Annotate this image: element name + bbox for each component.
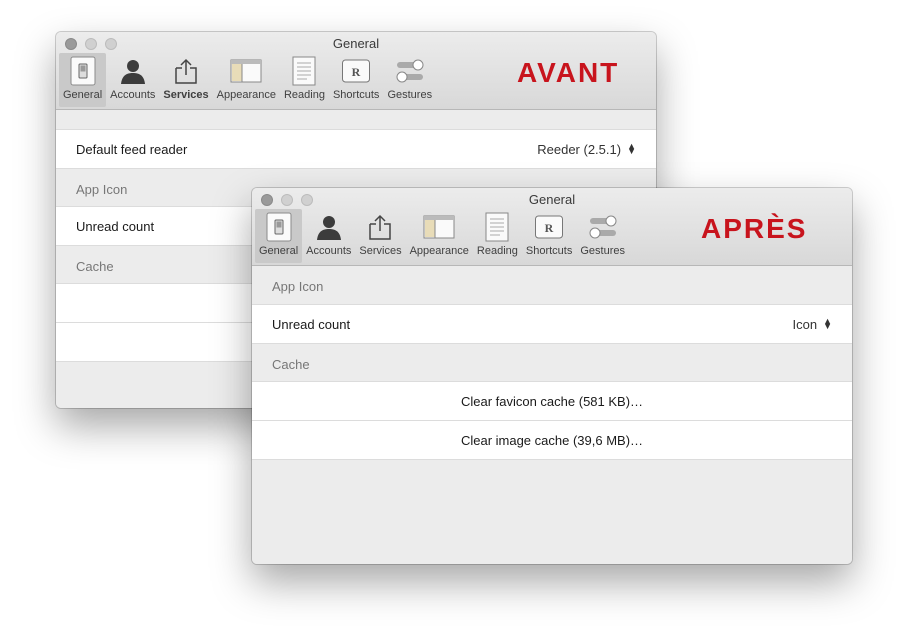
updown-arrows-icon: ▲ ▼	[823, 316, 832, 331]
unread-count-value: Icon	[792, 316, 818, 332]
document-icon	[481, 211, 513, 243]
toolbar-item-label: Shortcuts	[525, 245, 573, 257]
toolbar-item-label: Accounts	[306, 245, 352, 257]
preferences-window-after: General General Accounts Services Appearanc…	[252, 188, 852, 564]
svg-text:R: R	[352, 65, 361, 79]
unread-count-row: Unread count Icon ▲ ▼	[252, 304, 852, 343]
toolbar-item-label: Gestures	[580, 245, 625, 257]
window-title: General	[332, 36, 380, 51]
toolbar-item-general[interactable]: General	[59, 53, 107, 107]
toolbar-item-label: Services	[359, 245, 402, 257]
title-bar: General General Accounts Services Appearanc…	[56, 32, 656, 110]
toggle-icon	[394, 55, 426, 87]
clear-favicon-cache-label: Clear favicon cache (581 KB)…	[460, 393, 644, 409]
toggle-icon	[587, 211, 619, 243]
person-icon	[117, 55, 149, 87]
unread-count-popup[interactable]: Icon ▲ ▼	[793, 317, 833, 332]
clear-image-cache-button[interactable]: Clear image cache (39,6 MB)…	[252, 420, 852, 459]
after-badge: APRÈS	[701, 213, 808, 244]
switch-icon	[67, 55, 99, 87]
before-badge: AVANT	[517, 57, 620, 88]
title-bar: General General Accounts Services Appearanc…	[252, 188, 852, 266]
toolbar-item-accounts[interactable]: Accounts	[302, 209, 355, 263]
general-pane: App Icon Unread count Icon ▲ ▼ Cache Clea…	[252, 266, 852, 564]
window-layout-icon	[230, 55, 262, 87]
default-feed-reader-label: Default feed reader	[76, 141, 188, 157]
toolbar-item-appearance[interactable]: Appearance	[406, 209, 473, 263]
toolbar-item-label: Reading	[476, 245, 518, 257]
window-layout-icon	[423, 211, 455, 243]
feed-reader-popup[interactable]: Reeder (2.5.1) ▲ ▼	[537, 142, 636, 157]
clear-image-cache-label: Clear image cache (39,6 MB)…	[460, 432, 644, 448]
toolbar-item-gestures[interactable]: Gestures	[383, 53, 436, 107]
toolbar-item-shortcuts[interactable]: R Shortcuts	[522, 209, 576, 263]
top-spacer	[56, 110, 656, 129]
toolbar-item-services[interactable]: Services	[355, 209, 405, 263]
toolbar-item-shortcuts[interactable]: R Shortcuts	[329, 53, 383, 107]
toolbar-item-label: Services	[163, 89, 209, 101]
toolbar-item-appearance[interactable]: Appearance	[213, 53, 280, 107]
feed-reader-value: Reeder (2.5.1)	[537, 141, 622, 157]
toolbar-item-reading[interactable]: Reading	[473, 209, 522, 263]
toolbar-item-label: Shortcuts	[332, 89, 380, 101]
toolbar-item-label: General	[63, 89, 103, 101]
unread-count-label: Unread count	[272, 316, 351, 332]
toolbar-item-label: General	[259, 245, 299, 257]
toolbar-item-label: Gestures	[387, 89, 433, 101]
toolbar-item-services[interactable]: Services	[159, 53, 212, 107]
app-icon-section-header: App Icon	[272, 279, 324, 294]
window-title: General	[528, 192, 576, 207]
divider	[252, 459, 852, 460]
svg-text:R: R	[545, 221, 554, 235]
toolbar-item-gestures[interactable]: Gestures	[576, 209, 629, 263]
document-icon	[288, 55, 320, 87]
updown-arrows-icon: ▲ ▼	[627, 141, 636, 156]
toolbar-item-label: Accounts	[110, 89, 156, 101]
toolbar-item-general[interactable]: General	[255, 209, 303, 263]
key-r-icon: R	[533, 211, 565, 243]
preferences-toolbar: General Accounts Services Appearance Reading…	[255, 209, 629, 263]
clear-favicon-cache-button[interactable]: Clear favicon cache (581 KB)…	[252, 381, 852, 420]
default-feed-reader-row: Default feed reader Reeder (2.5.1) ▲ ▼	[56, 129, 656, 168]
key-r-icon: R	[340, 55, 372, 87]
person-icon	[313, 211, 345, 243]
toolbar-item-label: Appearance	[409, 245, 469, 257]
toolbar-item-reading[interactable]: Reading	[280, 53, 329, 107]
share-icon	[364, 211, 396, 243]
preferences-toolbar: General Accounts Services Appearance Reading…	[59, 53, 436, 107]
toolbar-item-accounts[interactable]: Accounts	[106, 53, 159, 107]
cache-section-header: Cache	[252, 343, 852, 381]
toolbar-item-label: Appearance	[216, 89, 276, 101]
share-icon	[170, 55, 202, 87]
toolbar-item-label: Reading	[283, 89, 325, 101]
switch-icon	[263, 211, 295, 243]
